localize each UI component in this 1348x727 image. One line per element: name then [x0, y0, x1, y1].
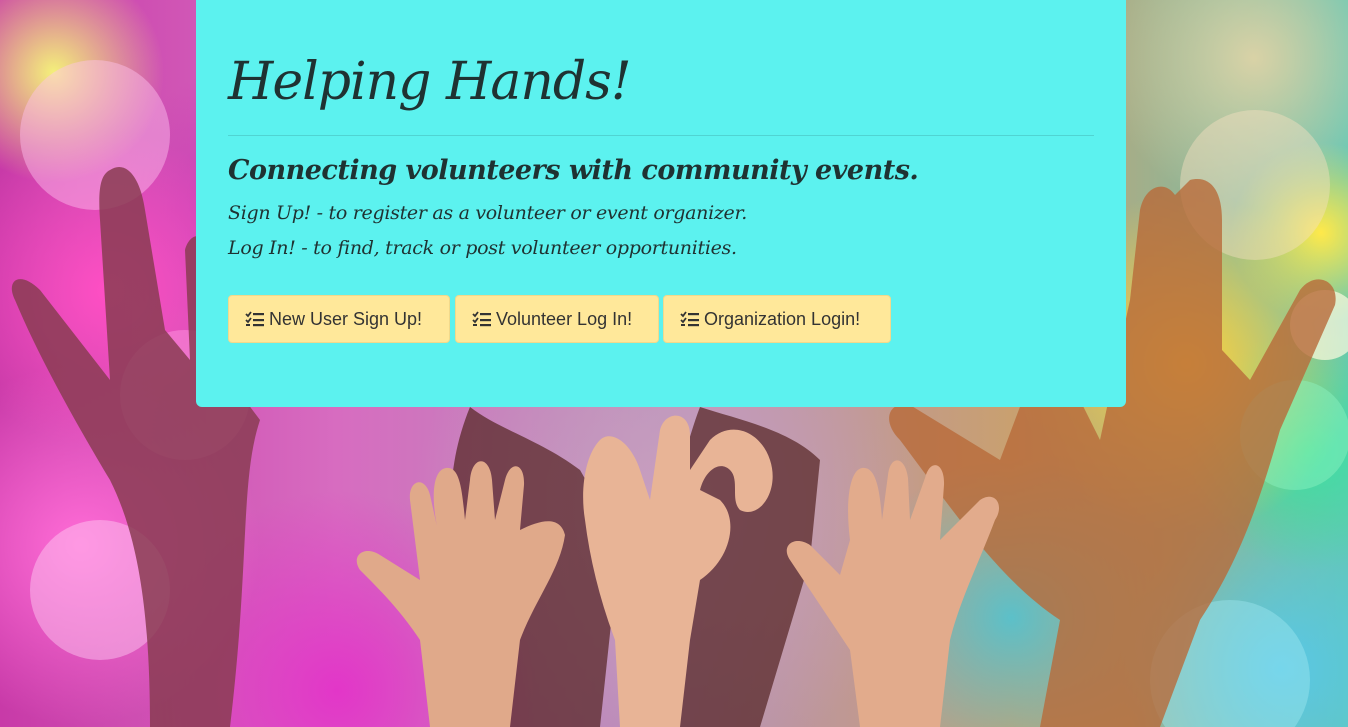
new-user-signup-label: New User Sign Up!: [269, 308, 423, 329]
login-description: Log In! - to find, track or post volunte…: [228, 237, 737, 259]
organization-login-label: Organization Login!: [704, 308, 861, 329]
new-user-signup-button[interactable]: New User Sign Up!: [228, 295, 450, 343]
title-divider: [228, 135, 1094, 136]
tasks-list-icon: [680, 311, 699, 327]
tagline: Connecting volunteers with community eve…: [228, 155, 919, 186]
organization-login-button[interactable]: Organization Login!: [663, 295, 891, 343]
volunteer-login-label: Volunteer Log In!: [496, 308, 633, 329]
tasks-list-icon: [472, 311, 491, 327]
hero-panel: Helping Hands! Connecting volunteers wit…: [196, 0, 1126, 407]
tasks-list-icon: [245, 311, 264, 327]
page-title: Helping Hands!: [228, 52, 632, 112]
signup-description: Sign Up! - to register as a volunteer or…: [228, 202, 747, 224]
volunteer-login-button[interactable]: Volunteer Log In!: [455, 295, 659, 343]
